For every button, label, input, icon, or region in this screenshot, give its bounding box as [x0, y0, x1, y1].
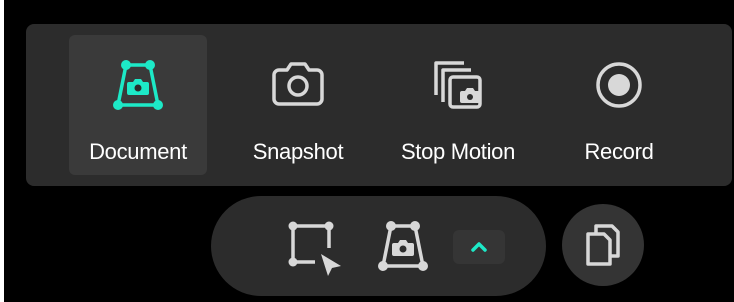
camera-icon [272, 62, 324, 106]
copy-icon [586, 224, 620, 266]
chevron-up-icon [471, 242, 487, 252]
capture-mode-bar: Document Snapshot Stop Motion Record [26, 24, 732, 186]
expand-options-button[interactable] [453, 230, 505, 264]
mode-stop-motion[interactable]: Stop Motion [388, 35, 528, 175]
stop-motion-icon [434, 61, 482, 109]
mode-document[interactable]: Document [69, 35, 207, 175]
app-window: Document Snapshot Stop Motion Record [0, 0, 734, 302]
mode-label-record: Record [584, 139, 654, 164]
mode-label-snapshot: Snapshot [252, 139, 344, 164]
document-scan-button[interactable] [369, 212, 437, 280]
mode-label-document: Document [89, 139, 187, 164]
region-select-icon [288, 221, 341, 276]
region-select-button[interactable] [279, 212, 347, 280]
copy-button[interactable] [562, 204, 644, 286]
mode-label-stop-motion: Stop Motion [400, 139, 516, 164]
capture-toolbar [211, 196, 546, 296]
document-scan-icon [378, 221, 428, 271]
record-icon [596, 62, 642, 108]
mode-snapshot[interactable]: Snapshot [228, 35, 368, 175]
document-scan-icon [113, 60, 163, 110]
mode-record[interactable]: Record [548, 35, 690, 175]
